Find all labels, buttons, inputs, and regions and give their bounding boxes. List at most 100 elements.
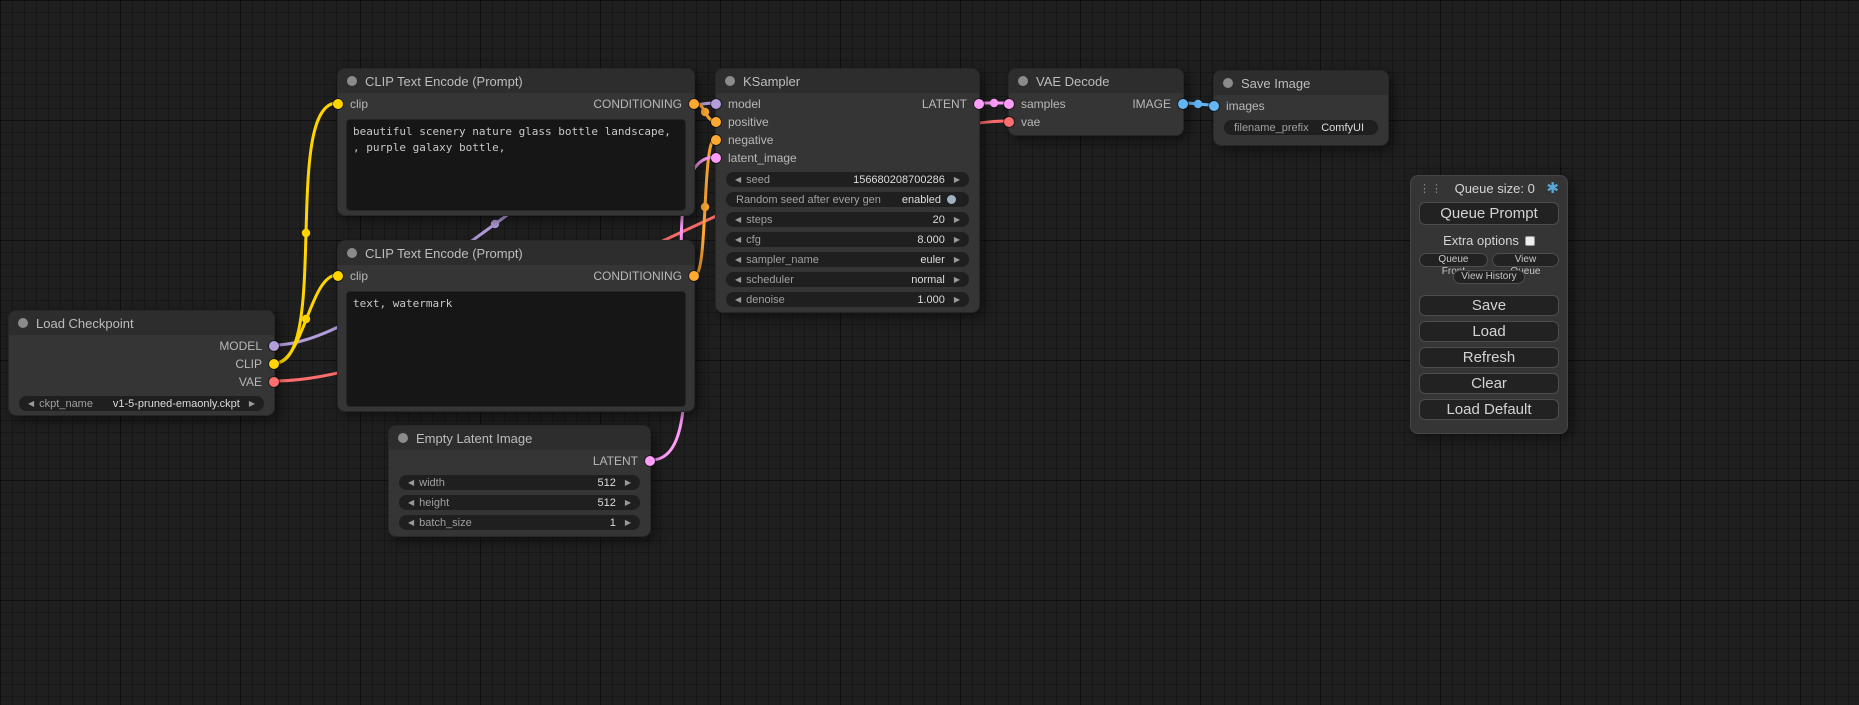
next-arrow-icon[interactable]: ▶ [949, 252, 965, 267]
input-dot-vae[interactable] [1004, 117, 1014, 127]
input-slot-vae: vae [1009, 113, 1183, 131]
widget-width[interactable]: ◀ width 512 ▶ [399, 475, 640, 490]
toggle-indicator-icon[interactable] [947, 195, 956, 204]
input-dot-clip[interactable] [333, 271, 343, 281]
node-title-bar[interactable]: Load Checkpoint [9, 311, 274, 335]
increment-arrow-icon[interactable]: ▶ [949, 232, 965, 247]
node-ksampler[interactable]: KSampler model LATENT positive negative … [715, 68, 980, 313]
widget-seed[interactable]: ◀ seed 156680208700286 ▶ [726, 172, 969, 187]
node-empty-latent-image[interactable]: Empty Latent Image LATENT ◀ width 512 ▶ … [388, 425, 651, 537]
increment-arrow-icon[interactable]: ▶ [949, 172, 965, 187]
extra-options-row: Extra options [1419, 233, 1559, 248]
queue-prompt-button[interactable]: Queue Prompt [1419, 202, 1559, 225]
widget-sampler-name[interactable]: ◀ sampler_name euler ▶ [726, 252, 969, 267]
link-midpoint-dot[interactable] [302, 315, 310, 323]
node-title-bar[interactable]: KSampler [716, 69, 979, 93]
input-dot-clip[interactable] [333, 99, 343, 109]
increment-arrow-icon[interactable]: ▶ [949, 292, 965, 307]
next-arrow-icon[interactable]: ▶ [949, 272, 965, 287]
collapse-dot-icon[interactable] [1223, 78, 1233, 88]
input-dot-model[interactable] [711, 99, 721, 109]
collapse-dot-icon[interactable] [347, 248, 357, 258]
widget-value: 156680208700286 [853, 174, 949, 186]
widget-steps[interactable]: ◀ steps 20 ▶ [726, 212, 969, 227]
node-title-bar[interactable]: Save Image [1214, 71, 1388, 95]
output-dot-conditioning[interactable] [689, 99, 699, 109]
decrement-arrow-icon[interactable]: ◀ [730, 292, 746, 307]
decrement-arrow-icon[interactable]: ◀ [403, 475, 419, 490]
node-clip-text-encode-negative[interactable]: CLIP Text Encode (Prompt) clip CONDITION… [337, 240, 695, 412]
input-dot-images[interactable] [1209, 101, 1219, 111]
output-dot-conditioning[interactable] [689, 271, 699, 281]
queue-front-button[interactable]: Queue Front [1419, 253, 1488, 267]
output-dot-vae[interactable] [269, 377, 279, 387]
next-arrow-icon[interactable]: ▶ [244, 396, 260, 411]
link-midpoint-dot[interactable] [701, 203, 709, 211]
collapse-dot-icon[interactable] [725, 76, 735, 86]
input-dot-positive[interactable] [711, 117, 721, 127]
widget-name: cfg [746, 234, 761, 246]
node-title: KSampler [743, 74, 800, 89]
output-dot-clip[interactable] [269, 359, 279, 369]
increment-arrow-icon[interactable]: ▶ [620, 495, 636, 510]
output-dot-latent[interactable] [645, 456, 655, 466]
prev-arrow-icon[interactable]: ◀ [730, 272, 746, 287]
slot-label: CLIP [235, 357, 262, 371]
widget-cfg[interactable]: ◀ cfg 8.000 ▶ [726, 232, 969, 247]
widget-batch-size[interactable]: ◀ batch_size 1 ▶ [399, 515, 640, 530]
prompt-textarea[interactable]: beautiful scenery nature glass bottle la… [346, 119, 686, 211]
link-midpoint-dot[interactable] [990, 99, 998, 107]
node-title-bar[interactable]: CLIP Text Encode (Prompt) [338, 69, 694, 93]
prev-arrow-icon[interactable]: ◀ [730, 252, 746, 267]
node-load-checkpoint[interactable]: Load Checkpoint MODEL CLIP VAE ◀ ckpt_na… [8, 310, 275, 416]
collapse-dot-icon[interactable] [1018, 76, 1028, 86]
widget-random-seed-toggle[interactable]: Random seed after every gen enabled [726, 192, 969, 207]
node-title-bar[interactable]: VAE Decode [1009, 69, 1183, 93]
output-dot-latent[interactable] [974, 99, 984, 109]
link-midpoint-dot[interactable] [302, 229, 310, 237]
widget-scheduler[interactable]: ◀ scheduler normal ▶ [726, 272, 969, 287]
queue-panel[interactable]: ⋮⋮ Queue size: 0 ✱ Queue Prompt Extra op… [1410, 175, 1568, 434]
settings-gear-icon[interactable]: ✱ [1546, 181, 1559, 196]
prev-arrow-icon[interactable]: ◀ [23, 396, 39, 411]
clear-button[interactable]: Clear [1419, 373, 1559, 394]
prompt-textarea[interactable]: text, watermark [346, 291, 686, 407]
node-save-image[interactable]: Save Image images filename_prefix ComfyU… [1213, 70, 1389, 146]
link-midpoint-dot[interactable] [1194, 100, 1202, 108]
node-graph-canvas[interactable]: Load Checkpoint MODEL CLIP VAE ◀ ckpt_na… [0, 0, 1859, 705]
decrement-arrow-icon[interactable]: ◀ [730, 212, 746, 227]
view-history-button[interactable]: View History [1453, 270, 1524, 284]
refresh-button[interactable]: Refresh [1419, 347, 1559, 368]
node-vae-decode[interactable]: VAE Decode samples IMAGE vae [1008, 68, 1184, 136]
output-dot-image[interactable] [1178, 99, 1188, 109]
view-queue-button[interactable]: View Queue [1492, 253, 1559, 267]
output-dot-model[interactable] [269, 341, 279, 351]
increment-arrow-icon[interactable]: ▶ [949, 212, 965, 227]
drag-handle-icon[interactable]: ⋮⋮ [1419, 182, 1443, 195]
widget-filename-prefix[interactable]: filename_prefix ComfyUI [1224, 120, 1378, 135]
widget-ckpt-name[interactable]: ◀ ckpt_name v1-5-pruned-emaonly.ckpt ▶ [19, 396, 264, 411]
node-title-bar[interactable]: CLIP Text Encode (Prompt) [338, 241, 694, 265]
extra-options-checkbox[interactable] [1525, 236, 1535, 246]
widget-height[interactable]: ◀ height 512 ▶ [399, 495, 640, 510]
link-midpoint-dot[interactable] [701, 108, 709, 116]
increment-arrow-icon[interactable]: ▶ [620, 475, 636, 490]
collapse-dot-icon[interactable] [398, 433, 408, 443]
decrement-arrow-icon[interactable]: ◀ [730, 232, 746, 247]
increment-arrow-icon[interactable]: ▶ [620, 515, 636, 530]
decrement-arrow-icon[interactable]: ◀ [730, 172, 746, 187]
load-default-button[interactable]: Load Default [1419, 399, 1559, 420]
node-clip-text-encode-positive[interactable]: CLIP Text Encode (Prompt) clip CONDITION… [337, 68, 695, 216]
input-dot-negative[interactable] [711, 135, 721, 145]
save-button[interactable]: Save [1419, 295, 1559, 316]
decrement-arrow-icon[interactable]: ◀ [403, 515, 419, 530]
collapse-dot-icon[interactable] [18, 318, 28, 328]
load-button[interactable]: Load [1419, 321, 1559, 342]
input-dot-samples[interactable] [1004, 99, 1014, 109]
input-dot-latent-image[interactable] [711, 153, 721, 163]
widget-denoise[interactable]: ◀ denoise 1.000 ▶ [726, 292, 969, 307]
node-title-bar[interactable]: Empty Latent Image [389, 426, 650, 450]
decrement-arrow-icon[interactable]: ◀ [403, 495, 419, 510]
link-midpoint-dot[interactable] [491, 220, 499, 228]
collapse-dot-icon[interactable] [347, 76, 357, 86]
